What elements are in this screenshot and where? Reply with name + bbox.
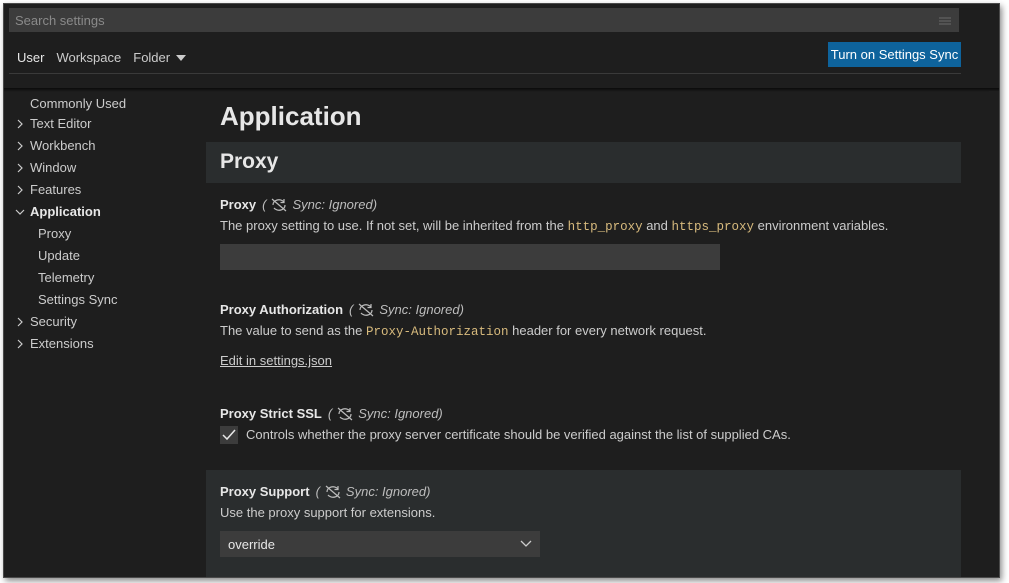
setting-description: Use the proxy support for extensions. bbox=[220, 505, 436, 520]
setting-title-row: Proxy (Sync: Ignored) bbox=[220, 196, 888, 214]
desc-text: environment variables. bbox=[754, 218, 889, 233]
sync-ignored-text: Sync: Ignored) bbox=[379, 302, 464, 317]
scope-tabs: User Workspace Folder bbox=[4, 48, 192, 68]
setting-description: The value to send as the Proxy-Authoriza… bbox=[220, 322, 707, 341]
section-header: Proxy bbox=[206, 142, 961, 183]
sync-ignored-indicator: (Sync: Ignored) bbox=[349, 302, 464, 317]
sync-ignored-icon bbox=[272, 198, 287, 212]
tab-folder[interactable]: Folder bbox=[127, 48, 192, 68]
toc-label: Window bbox=[30, 160, 77, 175]
toc-label: Extensions bbox=[30, 336, 94, 351]
toc-label: Workbench bbox=[30, 138, 96, 153]
section-title: Proxy bbox=[220, 150, 279, 173]
header-divider bbox=[9, 73, 961, 74]
turn-on-settings-sync-button[interactable]: Turn on Settings Sync bbox=[828, 42, 961, 67]
toc-item-security[interactable]: Security bbox=[4, 311, 204, 333]
search-input[interactable]: Search settings bbox=[15, 13, 937, 28]
setting-proxy-support-body: Proxy Support (Sync: Ignored) Use the pr… bbox=[220, 483, 540, 557]
code-https-proxy: https_proxy bbox=[671, 220, 755, 234]
sync-ignored-icon bbox=[337, 407, 353, 421]
setting-name: Proxy Strict SSL bbox=[220, 406, 322, 421]
tab-folder-label: Folder bbox=[133, 50, 171, 65]
desc-text: header for every network request. bbox=[508, 323, 707, 338]
sync-ignored-text: Sync: Ignored) bbox=[345, 484, 431, 499]
toc-label: Security bbox=[30, 314, 77, 329]
toc-label: Proxy bbox=[38, 226, 72, 241]
settings-toc: Commonly Used Text Editor Workbench Wind… bbox=[4, 91, 204, 355]
chevron-right-icon bbox=[17, 317, 23, 327]
sync-ignored-icon bbox=[358, 303, 374, 317]
toc-label: Settings Sync bbox=[38, 292, 118, 307]
toc-item-application[interactable]: Application bbox=[4, 201, 204, 223]
setting-title-row: Proxy Strict SSL (Sync: Ignored) bbox=[220, 405, 791, 423]
toc-item-features[interactable]: Features bbox=[4, 179, 204, 201]
proxy-input[interactable] bbox=[220, 244, 720, 270]
chevron-right-icon bbox=[17, 339, 23, 349]
sync-ignored-text: Sync: Ignored) bbox=[292, 197, 378, 212]
chevron-right-icon bbox=[17, 163, 23, 173]
edit-in-settings-json-link[interactable]: Edit in settings.json bbox=[220, 353, 332, 368]
setting-proxy: Proxy (Sync: Ignored) The proxy setting … bbox=[220, 196, 888, 270]
sync-ignored-icon bbox=[325, 485, 341, 499]
strict-ssl-checkbox[interactable] bbox=[220, 426, 238, 444]
chevron-right-icon bbox=[17, 185, 23, 195]
setting-description: The proxy setting to use. If not set, wi… bbox=[220, 217, 888, 236]
scrollbar[interactable] bbox=[989, 91, 999, 577]
setting-name: Proxy Support bbox=[220, 484, 310, 499]
toc-item-commonly-used[interactable]: Commonly Used bbox=[4, 93, 204, 115]
code-http-proxy: http_proxy bbox=[567, 220, 643, 234]
toc-item-telemetry[interactable]: Telemetry bbox=[4, 267, 204, 289]
toc-item-settings-sync[interactable]: Settings Sync bbox=[4, 289, 204, 311]
dropdown-selected-value: override bbox=[228, 536, 275, 552]
search-settings-box[interactable]: Search settings bbox=[9, 8, 959, 32]
filter-icon[interactable] bbox=[937, 14, 953, 26]
desc-text: The proxy setting to use. If not set, wi… bbox=[220, 218, 568, 233]
chevron-right-icon bbox=[17, 141, 23, 151]
setting-proxy-authorization: Proxy Authorization (Sync: Ignored) The … bbox=[220, 301, 707, 370]
toc-label: Application bbox=[30, 204, 101, 219]
desc-text: and bbox=[642, 218, 672, 233]
setting-name: Proxy bbox=[220, 197, 257, 212]
toc-label: Commonly Used bbox=[30, 96, 127, 111]
toc-label: Features bbox=[30, 182, 82, 197]
chevron-down-icon bbox=[520, 540, 532, 547]
setting-name: Proxy Authorization bbox=[220, 302, 344, 317]
toc-label: Text Editor bbox=[30, 116, 92, 131]
sync-ignored-indicator: (Sync: Ignored) bbox=[315, 484, 431, 499]
toc-label: Telemetry bbox=[38, 270, 95, 285]
toc-item-text-editor[interactable]: Text Editor bbox=[4, 113, 204, 135]
toc-item-update[interactable]: Update bbox=[4, 245, 204, 267]
toc-label: Update bbox=[38, 248, 80, 263]
toc-item-workbench[interactable]: Workbench bbox=[4, 135, 204, 157]
chevron-right-icon bbox=[17, 119, 23, 129]
tab-workspace[interactable]: Workspace bbox=[50, 48, 127, 68]
page-title: Application bbox=[220, 101, 362, 131]
setting-description: Controls whether the proxy server certif… bbox=[246, 427, 791, 442]
setting-proxy-strict-ssl: Proxy Strict SSL (Sync: Ignored) Control… bbox=[220, 405, 791, 444]
desc-text: The value to send as the bbox=[220, 323, 366, 338]
sync-ignored-indicator: (Sync: Ignored) bbox=[327, 406, 443, 421]
proxy-support-dropdown[interactable]: override bbox=[220, 531, 540, 557]
toc-item-window[interactable]: Window bbox=[4, 157, 204, 179]
caret-down-icon bbox=[176, 55, 187, 61]
chevron-down-icon bbox=[15, 209, 25, 215]
toc-item-extensions[interactable]: Extensions bbox=[4, 333, 204, 355]
tab-user[interactable]: User bbox=[11, 48, 50, 68]
strict-ssl-row: Controls whether the proxy server certif… bbox=[220, 426, 791, 444]
sync-ignored-text: Sync: Ignored) bbox=[358, 406, 443, 421]
check-icon bbox=[222, 429, 236, 441]
setting-title-row: Proxy Support (Sync: Ignored) bbox=[220, 483, 540, 501]
setting-proxy-support: Proxy Support (Sync: Ignored) Use the pr… bbox=[206, 470, 961, 577]
sync-ignored-indicator: (Sync: Ignored) bbox=[262, 197, 378, 212]
toc-item-proxy[interactable]: Proxy bbox=[4, 223, 204, 245]
code-proxy-authorization: Proxy-Authorization bbox=[365, 325, 509, 339]
setting-title-row: Proxy Authorization (Sync: Ignored) bbox=[220, 301, 707, 319]
settings-window: Search settings User Workspace Folder Tu… bbox=[3, 3, 1000, 578]
